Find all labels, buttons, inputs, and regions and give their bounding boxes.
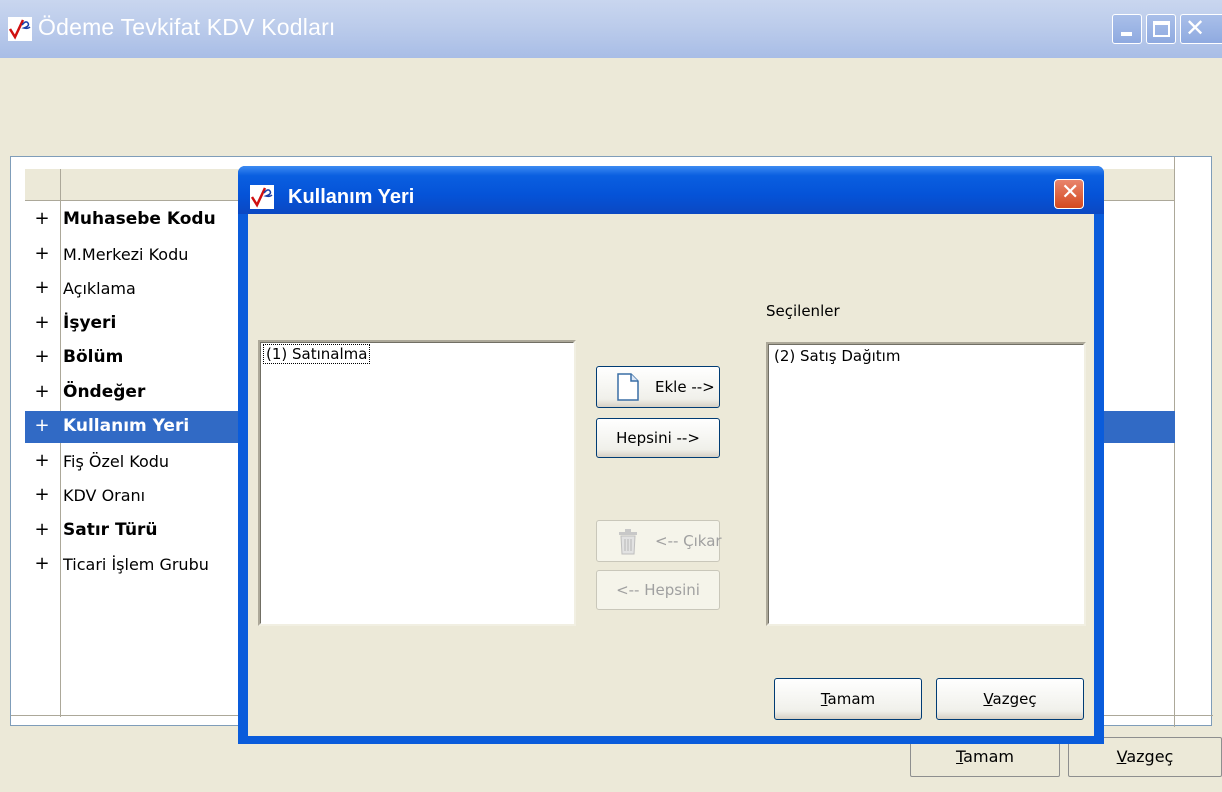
dialog-cancel-label: Vazgeç bbox=[937, 690, 1083, 708]
dialog-cancel-button[interactable]: Vazgeç bbox=[936, 678, 1084, 720]
add-button[interactable]: Ekle --> bbox=[596, 366, 720, 408]
expand-icon[interactable]: + bbox=[34, 346, 50, 367]
window-title: Ödeme Tevkifat KDV Kodları bbox=[38, 14, 336, 40]
dialog-title-bar[interactable]: Kullanım Yeri ✕ bbox=[238, 166, 1104, 214]
tree-row-label: İşyeri bbox=[63, 312, 117, 333]
available-list[interactable]: (1) Satınalma bbox=[258, 340, 576, 626]
available-list-frame bbox=[260, 342, 574, 624]
ok-label-rest: amam bbox=[963, 747, 1014, 766]
expand-icon[interactable]: + bbox=[34, 450, 50, 471]
header-divider bbox=[60, 169, 61, 201]
selected-list[interactable]: (2) Satış Dağıtım bbox=[766, 342, 1086, 626]
tree-row-label: KDV Oranı bbox=[63, 486, 146, 505]
expand-icon[interactable]: + bbox=[34, 484, 50, 505]
tree-row-label: Satır Türü bbox=[63, 519, 158, 540]
close-button[interactable]: ✕ bbox=[1180, 14, 1222, 44]
add-button-label: Ekle --> bbox=[655, 378, 715, 396]
tree-row-label: Açıklama bbox=[63, 279, 136, 298]
remove-all-button-label: <-- Hepsini bbox=[616, 581, 700, 599]
tree-row-label: Fiş Özel Kodu bbox=[63, 451, 170, 471]
tree-row-label: Ticari İşlem Grubu bbox=[63, 555, 209, 574]
cancel-label-rest: azgeç bbox=[1126, 747, 1174, 766]
tree-row-label: Bölüm bbox=[63, 347, 124, 367]
expand-icon[interactable]: + bbox=[34, 415, 50, 436]
remove-all-button[interactable]: <-- Hepsini bbox=[596, 570, 720, 610]
add-all-button[interactable]: Hepsini --> bbox=[596, 418, 720, 458]
dialog-body: (1) Satınalma Seçilenler (2) Satış Dağıt… bbox=[248, 214, 1094, 736]
minimize-icon bbox=[1121, 32, 1132, 36]
list-item[interactable]: (1) Satınalma bbox=[262, 344, 371, 364]
expand-icon[interactable]: + bbox=[34, 381, 50, 402]
dialog-ok-label: Tamam bbox=[775, 690, 921, 708]
expand-icon[interactable]: + bbox=[34, 553, 50, 574]
maximize-button[interactable] bbox=[1146, 14, 1176, 44]
list-item[interactable]: (2) Satış Dağıtım bbox=[772, 347, 902, 365]
main-title-bar[interactable]: Ödeme Tevkifat KDV Kodları ✕ bbox=[0, 0, 1222, 58]
selected-list-frame bbox=[768, 344, 1084, 624]
dialog-title: Kullanım Yeri bbox=[288, 186, 415, 208]
dialog-ok-button[interactable]: Tamam bbox=[774, 678, 922, 720]
cancel-mnemonic: V bbox=[1116, 747, 1127, 766]
expand-icon[interactable]: + bbox=[34, 243, 50, 264]
tree-row-label: M.Merkezi Kodu bbox=[63, 244, 189, 264]
expand-icon[interactable]: + bbox=[34, 277, 50, 298]
tree-row-label: Kullanım Yeri bbox=[63, 416, 190, 436]
new-document-icon bbox=[617, 373, 639, 401]
tree-row-label: Muhasebe Kodu bbox=[63, 209, 216, 229]
remove-button[interactable]: <-- Çıkar bbox=[596, 520, 722, 562]
app-logo-icon bbox=[8, 17, 32, 41]
add-all-button-label: Hepsini --> bbox=[616, 429, 700, 447]
remove-button-label: <-- Çıkar bbox=[655, 532, 722, 550]
tree-row-label: Öndeğer bbox=[63, 381, 146, 402]
ok-mnemonic: T bbox=[820, 690, 828, 708]
cancel-label-rest: azgeç bbox=[992, 690, 1037, 708]
maximize-icon bbox=[1153, 21, 1170, 37]
close-icon: ✕ bbox=[1185, 14, 1206, 42]
trash-icon bbox=[619, 529, 637, 555]
app-logo-icon bbox=[250, 185, 274, 209]
minimize-button[interactable] bbox=[1112, 14, 1142, 44]
kullanim-yeri-dialog[interactable]: Kullanım Yeri ✕ (1) Satınalma Seçilenler… bbox=[238, 166, 1104, 744]
close-icon: ✕ bbox=[1061, 180, 1080, 205]
selected-list-label: Seçilenler bbox=[766, 302, 840, 320]
cancel-mnemonic: V bbox=[983, 690, 993, 708]
expand-icon[interactable]: + bbox=[34, 208, 50, 229]
expand-icon[interactable]: + bbox=[34, 312, 50, 333]
expand-icon[interactable]: + bbox=[34, 519, 50, 540]
dialog-close-button[interactable]: ✕ bbox=[1054, 179, 1084, 209]
ok-label-rest: amam bbox=[827, 690, 876, 708]
